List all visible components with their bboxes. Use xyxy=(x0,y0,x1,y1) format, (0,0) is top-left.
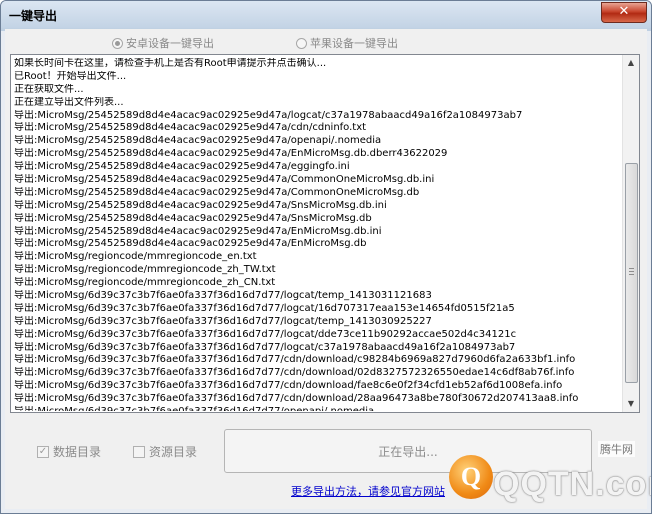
log-line: 导出:MicroMsg/25452589d8d4e4acac9ac02925e9… xyxy=(14,174,435,186)
unchecked-box-icon xyxy=(133,445,145,458)
log-line: 导出:MicroMsg/6d39c37c3b7f6ae0fa337f36d16d… xyxy=(14,315,432,327)
scrollbar-thumb[interactable] xyxy=(625,163,638,383)
scroll-down-arrow-icon[interactable]: ▼ xyxy=(623,396,639,412)
log-line: 导出:MicroMsg/25452589d8d4e4acac9ac02925e9… xyxy=(14,199,387,211)
log-line: 导出:MicroMsg/25452589d8d4e4acac9ac02925e9… xyxy=(14,186,420,198)
close-button[interactable]: ✕ xyxy=(601,2,647,23)
log-line: 导出:MicroMsg/25452589d8d4e4acac9ac02925e9… xyxy=(14,238,367,250)
watermark: Q QQTN.com 腾牛网 xyxy=(445,437,651,511)
title-bar[interactable]: 一键导出 ✕ xyxy=(1,1,651,28)
check-icon: ✓ xyxy=(37,445,49,458)
log-line: 已Root！开始导出文件... xyxy=(14,70,127,82)
log-line: 如果长时间卡在这里，请检查手机上是否有Root申请提示并点击确认... xyxy=(14,58,327,69)
log-line: 导出:MicroMsg/25452589d8d4e4acac9ac02925e9… xyxy=(14,122,367,134)
log-line: 导出:MicroMsg/6d39c37c3b7f6ae0fa337f36d16d… xyxy=(14,380,563,392)
ios-export-label: 苹果设备一键导出 xyxy=(310,37,398,50)
thumb-grip xyxy=(629,268,634,269)
log-line: 导出:MicroMsg/25452589d8d4e4acac9ac02925e9… xyxy=(14,212,372,224)
log-line: 导出:MicroMsg/6d39c37c3b7f6ae0fa337f36d16d… xyxy=(14,406,620,411)
log-line: 导出:MicroMsg/regioncode/mmregioncode_en.t… xyxy=(14,251,257,263)
android-export-radio[interactable]: 安卓设备一键导出 xyxy=(112,35,214,51)
log-line: 正在建立导出文件列表... xyxy=(14,96,124,108)
log-line: 导出:MicroMsg/6d39c37c3b7f6ae0fa337f36d16d… xyxy=(14,290,432,302)
ios-export-radio[interactable]: 苹果设备一键导出 xyxy=(296,35,398,51)
log-scrollbar[interactable]: ▲ ▼ xyxy=(622,55,639,412)
device-selector: 安卓设备一键导出 苹果设备一键导出 xyxy=(5,35,647,51)
log-line: 导出:MicroMsg/regioncode/mmregioncode_zh_T… xyxy=(14,264,276,276)
more-methods-link[interactable]: 更多导出方法，请参见官方网站 xyxy=(291,483,445,499)
export-log[interactable]: 如果长时间卡在这里，请检查手机上是否有Root申请提示并点击确认... 已Root… xyxy=(10,54,640,413)
resource-dir-checkbox[interactable]: 资源目录 xyxy=(133,443,197,460)
scroll-up-arrow-icon[interactable]: ▲ xyxy=(623,55,639,71)
watermark-logo-icon: Q xyxy=(449,455,493,499)
thumb-grip xyxy=(629,271,634,272)
log-line: 导出:MicroMsg/6d39c37c3b7f6ae0fa337f36d16d… xyxy=(14,367,575,379)
data-dir-checkbox[interactable]: ✓ 数据目录 xyxy=(37,443,101,460)
log-line: 导出:MicroMsg/6d39c37c3b7f6ae0fa337f36d16d… xyxy=(14,328,517,340)
thumb-grip xyxy=(629,274,634,275)
log-lines: 如果长时间卡在这里，请检查手机上是否有Root申请提示并点击确认... 已Root… xyxy=(14,58,620,411)
log-line: 导出:MicroMsg/25452589d8d4e4acac9ac02925e9… xyxy=(14,148,448,160)
log-line: 导出:MicroMsg/6d39c37c3b7f6ae0fa337f36d16d… xyxy=(14,393,579,405)
export-button-label: 正在导出... xyxy=(378,444,438,459)
log-line: 导出:MicroMsg/25452589d8d4e4acac9ac02925e9… xyxy=(14,109,523,121)
app-window: 一键导出 ✕ 安卓设备一键导出 苹果设备一键导出 如果长时间卡在这里，请检查手机… xyxy=(0,0,652,514)
log-line: 导出:MicroMsg/6d39c37c3b7f6ae0fa337f36d16d… xyxy=(14,354,576,366)
close-icon: ✕ xyxy=(618,4,630,19)
log-line: 导出:MicroMsg/6d39c37c3b7f6ae0fa337f36d16d… xyxy=(14,341,516,353)
data-dir-label: 数据目录 xyxy=(53,445,102,459)
log-line: 导出:MicroMsg/regioncode/mmregioncode_zh_C… xyxy=(14,277,276,289)
resource-dir-label: 资源目录 xyxy=(149,445,198,459)
watermark-text: QQTN.com xyxy=(493,465,651,503)
log-line: 导出:MicroMsg/25452589d8d4e4acac9ac02925e9… xyxy=(14,135,382,147)
window-title: 一键导出 xyxy=(9,9,58,23)
log-line: 导出:MicroMsg/25452589d8d4e4acac9ac02925e9… xyxy=(14,225,382,237)
radio-unselected-icon xyxy=(296,37,307,49)
watermark-cn-text: 腾牛网 xyxy=(598,441,635,457)
log-line: 导出:MicroMsg/6d39c37c3b7f6ae0fa337f36d16d… xyxy=(14,302,515,314)
radio-selected-icon xyxy=(112,37,123,49)
log-line: 导出:MicroMsg/25452589d8d4e4acac9ac02925e9… xyxy=(14,161,350,173)
android-export-label: 安卓设备一键导出 xyxy=(126,37,214,50)
log-line: 正在获取文件... xyxy=(14,83,84,95)
